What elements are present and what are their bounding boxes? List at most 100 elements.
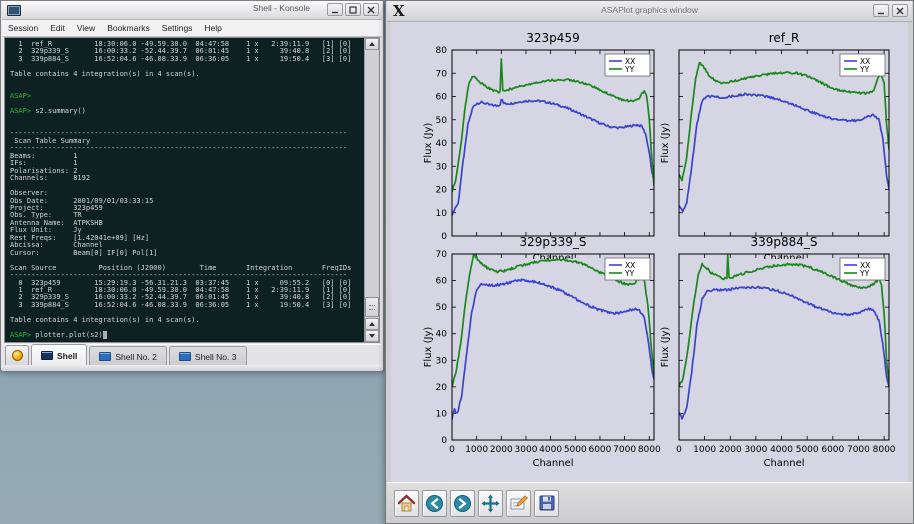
terminal-frame: 1 ref_R 18:30:06.0 -49.59.30.0 04:47:58 …: [4, 37, 380, 343]
y-axis-label: Flux (Jy): [660, 327, 671, 368]
terminal-line: Channels: 8192: [10, 175, 364, 182]
x-tick-label: 2000: [490, 445, 513, 455]
y-tick-label: 50: [436, 116, 448, 126]
x-tick-label: 1000: [693, 445, 716, 455]
y-axis-label: Flux (Jy): [423, 123, 434, 164]
maximize-button[interactable]: [345, 3, 361, 16]
series-YY-line: [679, 63, 889, 181]
terminal-icon: [99, 352, 111, 361]
series-XX-line: [452, 279, 654, 419]
y-tick-label: 40: [436, 139, 448, 149]
y-tick-label: 60: [436, 277, 448, 287]
series-XX-line: [679, 93, 889, 211]
plots-canvas[interactable]: 01020304050607080323p459Flux (Jy)XXYYref…: [391, 22, 908, 482]
y-tick-label: 40: [436, 330, 448, 340]
x-axis-label: Channel: [532, 458, 573, 469]
subplot-title: 339p884_S: [750, 235, 817, 249]
asaplot-title: ASAPlot graphics window: [387, 5, 912, 15]
scroll-up-button[interactable]: [365, 38, 379, 50]
save-button[interactable]: [534, 490, 559, 517]
figure-area: 01020304050607080323p459Flux (Jy)XXYYref…: [391, 22, 908, 482]
x-tick-label: 4000: [539, 445, 562, 455]
menu-item-bookmarks[interactable]: Bookmarks: [101, 20, 156, 36]
konsole-window: Shell - Konsole SessionEditViewBookmarks…: [0, 0, 384, 371]
save-icon: [538, 494, 556, 512]
back-button[interactable]: [422, 490, 447, 517]
y-tick-label: 10: [436, 209, 448, 219]
y-tick-label: 20: [436, 383, 448, 393]
terminal-line: [10, 116, 364, 123]
edit-button[interactable]: [506, 490, 531, 517]
asaplot-close-button[interactable]: [892, 4, 908, 17]
terminal-output[interactable]: 1 ref_R 18:30:06.0 -49.59.30.0 04:47:58 …: [5, 38, 364, 342]
tab-shell[interactable]: Shell: [31, 344, 87, 366]
y-tick-label: 50: [436, 303, 448, 313]
legend-label: YY: [624, 269, 635, 278]
close-button[interactable]: [363, 3, 379, 16]
konsole-titlebar[interactable]: Shell - Konsole: [2, 1, 382, 20]
x-tick-label: 4000: [770, 445, 793, 455]
x-tick-label: 6000: [588, 445, 611, 455]
tab-shell-no-2[interactable]: Shell No. 2: [89, 346, 167, 366]
back-icon: [425, 494, 444, 513]
menu-item-session[interactable]: Session: [2, 20, 44, 36]
asaplot-titlebar[interactable]: X ASAPlot graphics window: [387, 1, 912, 22]
x-tick-label: 1000: [465, 445, 488, 455]
konsole-menubar: SessionEditViewBookmarksSettingsHelp: [2, 20, 382, 37]
new-session-button[interactable]: [5, 345, 29, 366]
x-tick-label: 8000: [873, 445, 896, 455]
terminal-line: ASAP> plotter.plot(s2): [10, 332, 364, 339]
maximize-icon: [349, 6, 357, 14]
x-tick-label: 0: [449, 445, 455, 455]
subplot-title: 323p459: [526, 31, 579, 45]
y-tick-label: 0: [441, 436, 447, 446]
forward-icon: [453, 494, 472, 513]
home-icon: [397, 494, 416, 513]
konsole-title: Shell - Konsole: [253, 3, 310, 13]
down-arrow-icon: [369, 334, 375, 338]
scrollbar-thumb[interactable]: [365, 297, 379, 317]
plot-toolbar: [387, 482, 912, 523]
new-session-icon: [12, 350, 23, 361]
y-tick-label: 70: [436, 250, 448, 260]
axes-border: [452, 50, 654, 236]
menu-item-settings[interactable]: Settings: [156, 20, 199, 36]
menu-item-help[interactable]: Help: [198, 20, 227, 36]
terminal-line: ASAP> s2.summary(): [10, 108, 364, 115]
tab-label: Shell: [57, 351, 77, 361]
terminal-line: Cursor: Beam[0] IF[0] Pol[1]: [10, 250, 364, 257]
terminal-icon: [179, 352, 191, 361]
x-tick-label: 2000: [719, 445, 742, 455]
home-button[interactable]: [394, 490, 419, 517]
x-tick-label: 3000: [744, 445, 767, 455]
konsole-app-icon: [7, 5, 21, 16]
terminal-line: [10, 78, 364, 85]
y-tick-label: 60: [436, 93, 448, 103]
y-tick-label: 30: [436, 162, 448, 172]
subplot-title: 329p339_S: [519, 235, 586, 249]
legend-label: YY: [859, 269, 870, 278]
x-tick-label: 7000: [613, 445, 636, 455]
series-YY-line: [452, 59, 654, 192]
scroll-up-button-bottom[interactable]: [365, 318, 379, 330]
terminal-line: Table contains 4 integration(s) in 4 sca…: [10, 317, 364, 324]
terminal-scrollbar[interactable]: [364, 38, 379, 342]
terminal-line: [10, 86, 364, 93]
forward-button[interactable]: [450, 490, 475, 517]
menu-item-edit[interactable]: Edit: [44, 20, 71, 36]
tab-label: Shell No. 3: [195, 352, 237, 362]
x-tick-label: 5000: [564, 445, 587, 455]
y-tick-label: 0: [441, 232, 447, 242]
up-arrow-icon: [369, 42, 375, 46]
x-axis-label: Channel: [763, 458, 804, 469]
menu-item-view[interactable]: View: [71, 20, 101, 36]
y-tick-label: 20: [436, 186, 448, 196]
scroll-down-button[interactable]: [365, 330, 379, 342]
minimize-button[interactable]: [327, 3, 343, 16]
asaplot-minimize-button[interactable]: [873, 4, 889, 17]
series-XX-line: [679, 287, 889, 419]
asaplot-window: X ASAPlot graphics window 0 10 20 30 40 50 60 7…: [385, 0, 914, 524]
minimize-icon: [877, 7, 885, 15]
tab-shell-no-3[interactable]: Shell No. 3: [169, 346, 247, 366]
pan-button[interactable]: [478, 490, 503, 517]
